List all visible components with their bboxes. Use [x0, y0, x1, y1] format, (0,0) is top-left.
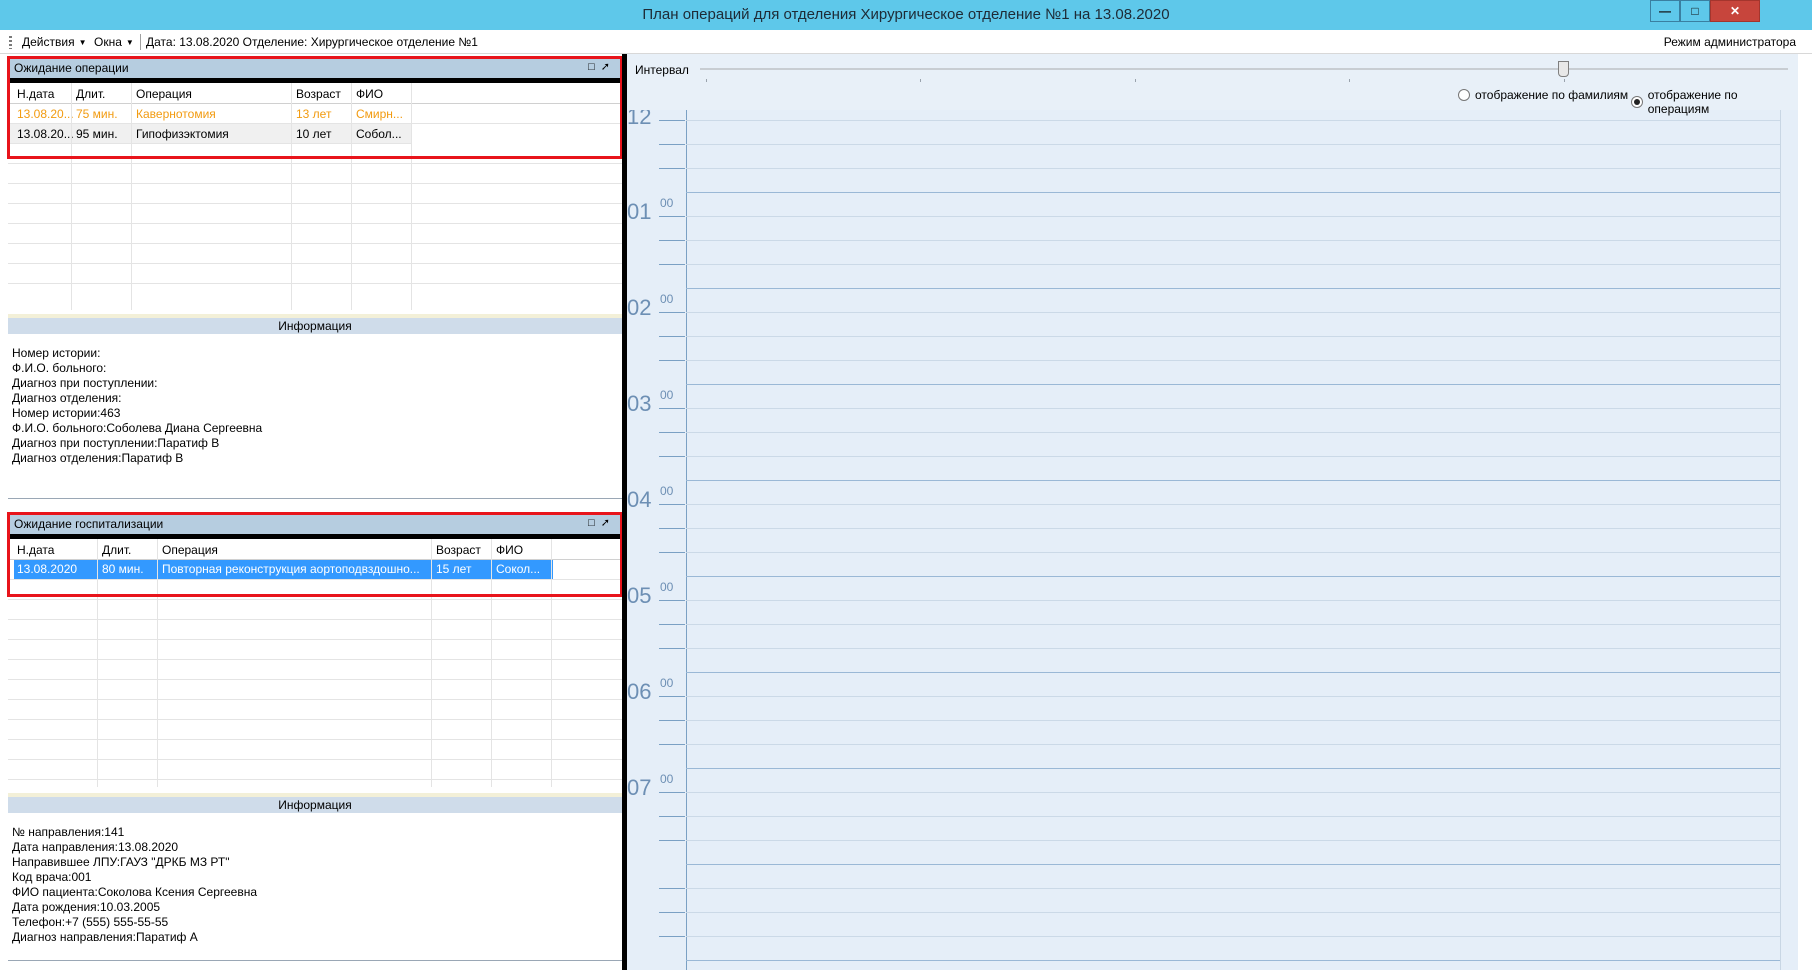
hour-label: 03 [627, 391, 652, 416]
radio-by-surname[interactable]: отображение по фамилиям [1458, 88, 1628, 102]
menu-separator [140, 34, 141, 50]
hospitalization-info-text: № направления:141 Дата направления:13.08… [12, 825, 258, 944]
column-header-name[interactable]: ФИО [356, 87, 383, 101]
column-header-operation[interactable]: Операция [136, 87, 192, 101]
minute-label: 00 [660, 388, 674, 402]
column-header-duration[interactable]: Длит. [102, 543, 131, 557]
schedule-panel: Интервал отображение по фамилиям отображ… [627, 54, 1798, 970]
column-header-name[interactable]: ФИО [496, 543, 523, 557]
radio-empty-icon [1458, 89, 1470, 101]
hospitalization-table: Н.дата Длит. Операция Возраст ФИО 13.08.… [8, 539, 622, 787]
minute-label: 00 [660, 676, 674, 690]
pin-icon[interactable]: ➚ [601, 61, 616, 73]
chevron-down-icon: ▼ [78, 38, 87, 47]
hour-label: 05 [627, 583, 652, 608]
float-window-icon[interactable]: □ [588, 61, 601, 73]
interval-slider[interactable] [700, 68, 1788, 70]
hour-label: 07 [627, 775, 652, 800]
column-header-operation[interactable]: Операция [162, 543, 218, 557]
minute-label: 00 [660, 292, 674, 306]
operations-panel-title: Ожидание операции [14, 61, 129, 75]
hour-label: 02 [627, 295, 652, 320]
hour-label: 01 [627, 199, 652, 224]
hospitalization-info-header: Информация [8, 793, 622, 813]
column-header-duration[interactable]: Длит. [76, 87, 105, 101]
window-title: План операций для отделения Хирургическо… [642, 6, 1170, 23]
hospitalization-panel-header: Ожидание госпитализации □➚ [8, 514, 622, 534]
close-button[interactable]: ✕ [1710, 0, 1760, 22]
table-row[interactable]: 13.08.2020 80 мин. Повторная реконструкц… [8, 560, 622, 580]
admin-mode-label[interactable]: Режим администратора [1664, 35, 1796, 49]
interval-label: Интервал [635, 63, 689, 77]
minute-label: 00 [660, 196, 674, 210]
float-window-icon[interactable]: □ [588, 517, 601, 529]
chevron-down-icon: ▼ [125, 38, 134, 47]
operations-info-header: Информация [8, 314, 622, 334]
title-bar: План операций для отделения Хирургическо… [0, 0, 1812, 30]
minute-label: 00 [660, 772, 674, 786]
schedule-toolbar: Интервал отображение по фамилиям отображ… [627, 54, 1798, 116]
column-header-date[interactable]: Н.дата [17, 87, 54, 101]
minimize-button[interactable]: — [1650, 0, 1680, 22]
date-department-label: Дата: 13.08.2020 Отделение: Хирургическо… [146, 35, 478, 49]
minute-label: 00 [660, 580, 674, 594]
column-header-age[interactable]: Возраст [436, 543, 481, 557]
maximize-button[interactable]: □ [1680, 0, 1710, 22]
maximize-icon: □ [1691, 4, 1699, 18]
window-controls: — □ ✕ [1650, 0, 1760, 22]
minimize-icon: — [1659, 4, 1671, 18]
menu-bar: Действия ▼ Окна ▼ Дата: 13.08.2020 Отделен… [0, 30, 1812, 54]
operations-info-text: Номер истории: Ф.И.О. больного: Диагноз … [12, 346, 263, 465]
slider-thumb[interactable] [1558, 61, 1569, 77]
operations-table: Н.дата Длит. Операция Возраст ФИО 13.08.… [8, 83, 622, 310]
column-header-age[interactable]: Возраст [296, 87, 341, 101]
menu-windows[interactable]: Окна ▼ [94, 35, 134, 49]
close-icon: ✕ [1729, 4, 1741, 18]
menu-actions[interactable]: Действия ▼ [22, 35, 87, 49]
table-row[interactable]: 13.08.20... 75 мин. Кавернотомия 13 лет … [8, 104, 622, 124]
minute-label: 00 [660, 484, 674, 498]
schedule-timeline[interactable]: 12 01 00 02 00 03 00 04 00 05 00 06 00 0… [627, 110, 1798, 970]
radio-selected-icon [1631, 96, 1643, 108]
operations-panel-header: Ожидание операции □➚ [8, 58, 622, 78]
table-header: Н.дата Длит. Операция Возраст ФИО [8, 83, 622, 104]
toolbar-grip-icon[interactable] [9, 36, 12, 49]
hour-label: 04 [627, 487, 652, 512]
table-header: Н.дата Длит. Операция Возраст ФИО [8, 539, 622, 560]
column-header-date[interactable]: Н.дата [17, 543, 54, 557]
section-divider [8, 960, 622, 961]
hospitalization-panel-title: Ожидание госпитализации [14, 517, 164, 531]
hour-label: 12 [627, 110, 652, 129]
pin-icon[interactable]: ➚ [601, 517, 616, 529]
hour-label: 06 [627, 679, 652, 704]
section-divider [8, 498, 622, 499]
